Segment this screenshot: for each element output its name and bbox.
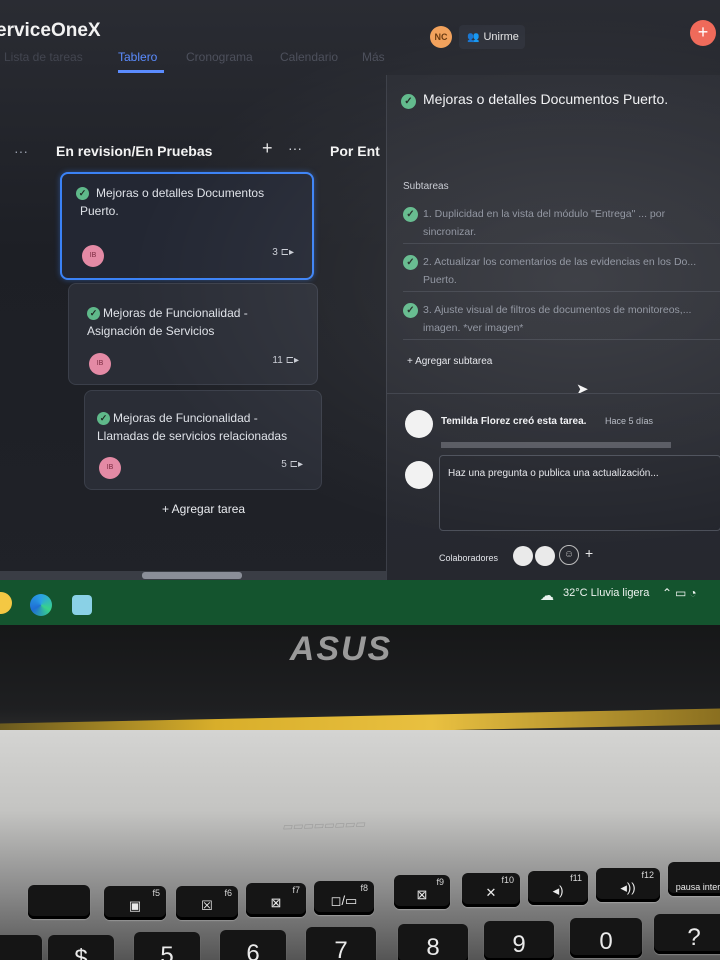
app-title: erviceOneX <box>0 20 101 41</box>
task-card[interactable]: ✓ Mejoras de Funcionalidad - Asignación … <box>68 283 318 385</box>
join-button[interactable]: 👥 Unirme <box>459 25 525 49</box>
tab-cronograma[interactable]: Cronograma <box>186 50 253 64</box>
subtask-icon: ⊏▸ <box>280 247 294 258</box>
keyboard-key[interactable]: ? <box>654 914 720 954</box>
check-icon[interactable]: ✓ <box>403 207 418 222</box>
check-icon[interactable]: ✓ <box>403 303 418 318</box>
avatar <box>405 410 433 438</box>
cloud-icon: ☁ <box>540 587 554 603</box>
keyboard-key-f12[interactable]: f12 ◂)) <box>596 868 660 902</box>
assignee-avatar: IB <box>89 353 111 375</box>
collaborators-label: Colaboradores <box>439 553 499 563</box>
keyboard-key[interactable] <box>0 935 42 960</box>
join-button-label: Unirme <box>483 31 519 43</box>
subtask-text: 3. Ajuste visual de filtros de documento… <box>423 304 692 334</box>
keyboard-key[interactable]: $ <box>48 935 114 960</box>
keyboard-key-9[interactable]: 9 <box>484 921 554 960</box>
keyboard-key-0[interactable]: 0 <box>570 918 642 958</box>
add-collaborator-button[interactable]: + <box>585 545 593 561</box>
subtask-item[interactable]: ✓ 3. Ajuste visual de filtros de documen… <box>403 299 720 340</box>
activity-entry: Temilda Florez creó esta tarea. <box>441 416 587 427</box>
check-icon[interactable]: ✓ <box>403 255 418 270</box>
assignee-avatar: IB <box>99 457 121 479</box>
windows-taskbar: ☁ 32°C Lluvia ligera ⌃▭◔ <box>0 580 720 625</box>
keyboard-key-f11[interactable]: f11 ◂) <box>528 871 588 905</box>
column-title-next: Por Ent <box>330 143 380 159</box>
task-detail-title: Mejoras o detalles Documentos Puerto. <box>423 91 669 107</box>
activity-time: Hace 5 días <box>605 416 654 426</box>
taskbar-app-icon[interactable] <box>72 595 92 615</box>
subtask-icon: ⊏▸ <box>289 459 303 470</box>
keyboard-key-7[interactable]: 7 <box>306 927 376 960</box>
photo: erviceOneX Lista de tareas Tablero Crono… <box>0 0 720 960</box>
subtask-item[interactable]: ✓ 2. Actualizar los comentarios de las e… <box>403 251 720 292</box>
tab-tablero[interactable]: Tablero <box>118 50 157 64</box>
add-collaborator-icon[interactable]: ☺ <box>559 545 579 565</box>
keyboard-key-f9[interactable]: f9 ⊠ <box>394 875 450 909</box>
subtask-icon: ⊏▸ <box>285 355 299 366</box>
subtasks-label: Subtareas <box>403 181 449 192</box>
keyboard-key-6[interactable]: 6 <box>220 930 286 960</box>
subtask-count: 11 ⊏▸ <box>272 355 299 366</box>
keyboard-key-f6[interactable]: f6 ☒ <box>176 886 238 920</box>
comment-input[interactable]: Haz una pregunta o publica una actualiza… <box>439 455 720 531</box>
assignee-avatar: IB <box>82 245 104 267</box>
keyboard-key-f10[interactable]: f10 ✕ <box>462 873 520 907</box>
task-card-title: Mejoras de Funcionalidad - Llamadas de s… <box>97 411 288 443</box>
keyboard-key-8[interactable]: 8 <box>398 924 468 960</box>
task-card[interactable]: ✓ Mejoras de Funcionalidad - Llamadas de… <box>84 390 322 490</box>
subtask-count: 3 ⊏▸ <box>272 247 294 258</box>
weather-text[interactable]: 32°C Lluvia ligera <box>563 587 649 599</box>
avatar <box>405 461 433 489</box>
add-subtask-button[interactable]: + Agregar subtarea <box>407 356 492 367</box>
subtask-item[interactable]: ✓ 1. Duplicidad en la vista del módulo "… <box>403 203 720 244</box>
tab-lista[interactable]: Lista de tareas <box>4 50 83 64</box>
check-icon[interactable]: ✓ <box>401 94 416 109</box>
keyboard-key-5[interactable]: 5 <box>134 932 200 960</box>
view-tabs: Lista de tareas Tablero Cronograma Calen… <box>0 50 400 72</box>
keyboard-key-f5[interactable]: f5 ▣ <box>104 886 166 920</box>
divider <box>387 393 720 394</box>
tab-calendario[interactable]: Calendario <box>280 50 338 64</box>
subtask-count: 5 ⊏▸ <box>281 459 303 470</box>
subtask-text: 1. Duplicidad en la vista del módulo "En… <box>423 208 666 238</box>
active-tab-indicator <box>118 70 164 73</box>
mouse-cursor-icon: ➤ <box>576 381 589 398</box>
taskbar-app-icon[interactable] <box>0 592 12 614</box>
keyboard-key-f8[interactable]: f8 ◻/▭ <box>314 881 374 915</box>
collaborator-avatar[interactable] <box>535 546 555 566</box>
keyboard-key-pause[interactable]: pausa inter <box>668 862 720 896</box>
column-options-icon[interactable]: ··· <box>288 140 302 156</box>
add-card-icon[interactable]: + <box>262 138 273 159</box>
task-card-title: Mejoras de Funcionalidad - Asignación de… <box>87 306 248 338</box>
edge-icon[interactable] <box>30 594 52 616</box>
add-task-button[interactable]: + Agregar tarea <box>162 502 245 516</box>
activity-entry-truncated <box>441 442 671 448</box>
keyboard-key-f7[interactable]: f7 ⊠ <box>246 883 306 917</box>
people-icon: 👥 <box>467 32 480 43</box>
laptop-screen: erviceOneX Lista de tareas Tablero Crono… <box>0 0 720 625</box>
user-avatar[interactable]: NC <box>430 26 452 48</box>
subtask-text: 2. Actualizar los comentarios de las evi… <box>423 256 697 286</box>
task-card[interactable]: ✓ Mejoras o detalles Documentos Puerto. … <box>60 172 314 280</box>
scrollbar-thumb[interactable] <box>142 572 242 579</box>
keyboard-key[interactable] <box>28 885 90 919</box>
tab-mas[interactable]: Más <box>362 50 385 64</box>
brand-logo: ASUS <box>289 630 393 668</box>
column-menu-icon[interactable]: ··· <box>14 143 28 159</box>
task-detail-panel: ✓ Mejoras o detalles Documentos Puerto. … <box>386 75 720 580</box>
system-tray-icons[interactable]: ⌃▭◔ <box>662 586 700 600</box>
add-new-icon[interactable]: + <box>690 20 716 46</box>
collaborator-avatar[interactable] <box>513 546 533 566</box>
task-card-title: Mejoras o detalles Documentos Puerto. <box>80 186 265 218</box>
column-title: En revision/En Pruebas <box>56 143 213 159</box>
